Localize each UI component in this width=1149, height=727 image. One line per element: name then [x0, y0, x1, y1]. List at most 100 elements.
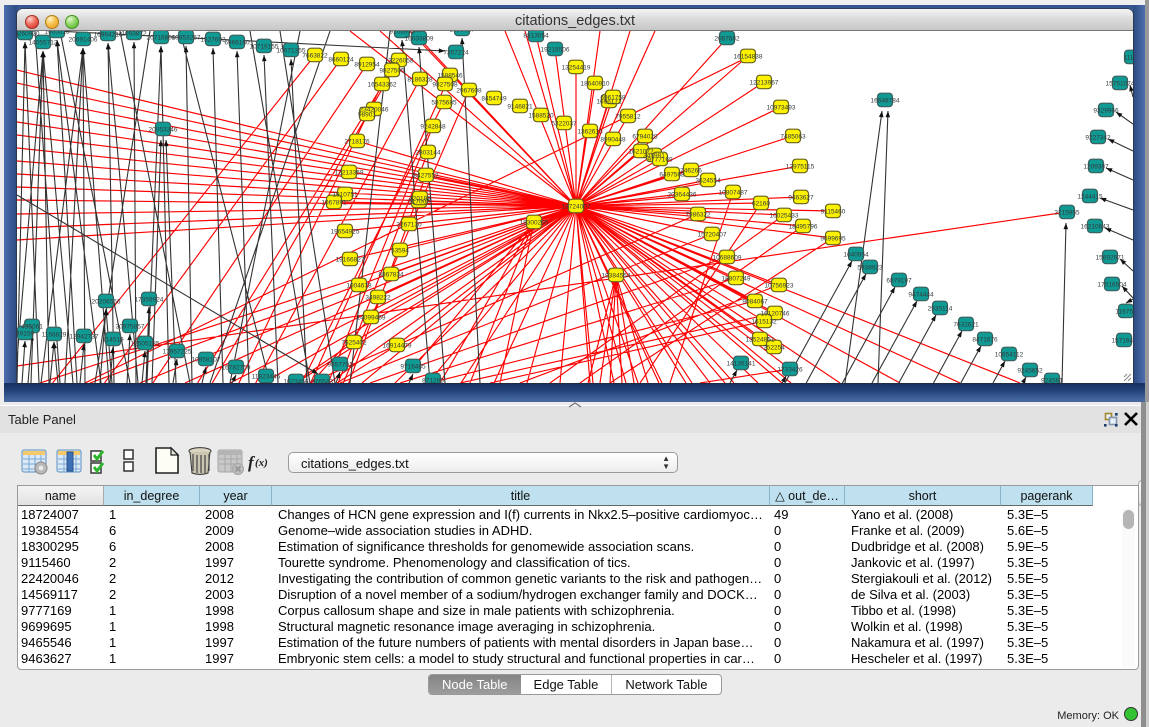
svg-text:1244415: 1244415: [1077, 193, 1103, 200]
svg-text:62160: 62160: [752, 200, 770, 207]
svg-text:1640954: 1640954: [843, 251, 869, 258]
svg-text:8867834: 8867834: [378, 271, 404, 278]
svg-text:976543: 976543: [311, 378, 333, 383]
svg-text:7632621: 7632621: [953, 321, 979, 328]
svg-text:2803144: 2803144: [415, 149, 441, 156]
svg-text:2935114: 2935114: [928, 305, 953, 312]
svg-text:924561: 924561: [1041, 377, 1063, 383]
svg-text:9245652: 9245652: [1017, 367, 1043, 374]
svg-text:39159: 39159: [17, 330, 34, 337]
svg-text:17359924: 17359924: [135, 296, 164, 303]
svg-text:18724007: 18724007: [562, 203, 591, 210]
svg-text:16782759: 16782759: [222, 364, 251, 371]
svg-text:1571644: 1571644: [1111, 337, 1133, 344]
svg-text:420198: 420198: [409, 195, 431, 202]
svg-text:16543362: 16543362: [368, 81, 397, 88]
svg-text:6879197: 6879197: [886, 277, 912, 284]
svg-text:1023456: 1023456: [283, 378, 309, 383]
svg-text:14136141: 14136141: [727, 360, 756, 367]
svg-text:871265: 871265: [422, 377, 444, 383]
svg-text:20364436: 20364436: [668, 191, 697, 198]
svg-text:10688609: 10688609: [713, 254, 742, 261]
svg-text:98901: 98901: [358, 111, 376, 118]
svg-text:8660124: 8660124: [328, 56, 354, 63]
svg-text:1910751: 1910751: [332, 191, 358, 198]
svg-text:9463627: 9463627: [788, 194, 814, 201]
svg-text:10719155: 10719155: [250, 43, 279, 50]
svg-text:(x): (x): [255, 457, 268, 469]
svg-text:8454749: 8454749: [481, 95, 507, 102]
svg-text:17016504: 17016504: [1098, 281, 1127, 288]
svg-text:20053346: 20053346: [149, 126, 178, 133]
svg-text:3624554: 3624554: [695, 177, 721, 184]
svg-text:3498222: 3498222: [365, 294, 391, 301]
svg-text:10853267: 10853267: [172, 34, 201, 41]
svg-text:2967608: 2967608: [456, 87, 482, 94]
svg-text:19218506: 19218506: [541, 46, 570, 53]
svg-text:13524851: 13524851: [746, 336, 775, 343]
svg-text:19166827: 19166827: [336, 256, 365, 263]
svg-text:12213967: 12213967: [750, 79, 779, 86]
svg-text:3267130: 3267130: [396, 221, 422, 228]
svg-text:6961758: 6961758: [600, 94, 626, 101]
svg-text:9716485: 9716485: [400, 363, 426, 370]
svg-text:746266: 746266: [680, 167, 702, 174]
svg-text:2087682: 2087682: [714, 35, 740, 42]
svg-text:6794028: 6794028: [632, 133, 658, 140]
svg-text:20206556: 20206556: [92, 298, 121, 305]
svg-text:3215955: 3215955: [1054, 209, 1080, 216]
svg-text:12975115: 12975115: [786, 163, 815, 170]
svg-text:10973493: 10973493: [767, 104, 796, 111]
svg-text:6966160: 6966160: [224, 39, 250, 46]
svg-text:16648784: 16648784: [871, 97, 900, 104]
svg-text:9777169: 9777169: [647, 156, 673, 163]
svg-text:5938923: 5938923: [857, 264, 883, 271]
svg-text:1156829: 1156829: [42, 331, 67, 338]
svg-text:16210643: 16210643: [1081, 223, 1110, 230]
svg-text:9242848: 9242848: [420, 123, 446, 130]
svg-text:1093872: 1093872: [121, 31, 147, 37]
svg-text:1615132: 1615132: [751, 318, 777, 325]
svg-text:5875685: 5875685: [431, 99, 457, 106]
svg-text:7986322: 7986322: [685, 211, 711, 218]
svg-text:7955812: 7955812: [615, 113, 641, 120]
svg-text:16914479: 16914479: [383, 342, 412, 349]
svg-text:13254419: 13254419: [562, 64, 591, 71]
svg-text:9329966: 9329966: [1093, 107, 1119, 114]
svg-text:18807249: 18807249: [722, 275, 751, 282]
svg-text:8186328: 8186328: [407, 76, 433, 83]
svg-text:9084067: 9084067: [742, 298, 768, 305]
svg-text:252254: 252254: [763, 344, 785, 351]
svg-text:10654112: 10654112: [995, 351, 1024, 358]
svg-text:12942737: 12942737: [70, 333, 99, 340]
svg-text:8813054: 8813054: [523, 32, 549, 39]
svg-text:1905513: 1905513: [44, 31, 70, 35]
svg-text:18640910: 18640910: [581, 80, 610, 87]
svg-text:7357224: 7357224: [443, 49, 469, 56]
svg-text:8990448: 8990448: [600, 136, 626, 143]
svg-text:13226058: 13226058: [385, 57, 414, 64]
svg-text:12213369: 12213369: [335, 169, 364, 176]
svg-text:5322037: 5322037: [551, 120, 577, 127]
svg-text:15720407: 15720407: [698, 231, 727, 238]
svg-text:435061: 435061: [21, 323, 43, 330]
svg-text:18300295: 18300295: [520, 219, 549, 226]
svg-text:1004678: 1004678: [346, 282, 372, 289]
svg-text:8427552: 8427552: [413, 172, 439, 179]
svg-text:9474444: 9474444: [908, 291, 934, 298]
svg-text:12505135: 12505135: [131, 340, 160, 347]
svg-text:16033809: 16033809: [405, 35, 434, 42]
svg-text:15692971: 15692971: [1096, 254, 1125, 261]
svg-text:7663822: 7663822: [302, 52, 328, 59]
svg-text:1527602: 1527602: [200, 36, 226, 43]
svg-text:10958107: 10958107: [192, 356, 221, 363]
svg-text:9699695: 9699695: [820, 235, 846, 242]
svg-text:1067891: 1067891: [321, 199, 347, 206]
svg-text:1209387: 1209387: [1083, 163, 1109, 170]
svg-text:16154838: 16154838: [734, 53, 763, 60]
svg-text:9827508: 9827508: [432, 81, 458, 88]
svg-text:1733426: 1733426: [777, 366, 803, 373]
svg-text:7485063: 7485063: [780, 133, 806, 140]
svg-text:116753: 116753: [1115, 308, 1133, 315]
svg-text:1858627: 1858627: [449, 31, 475, 33]
